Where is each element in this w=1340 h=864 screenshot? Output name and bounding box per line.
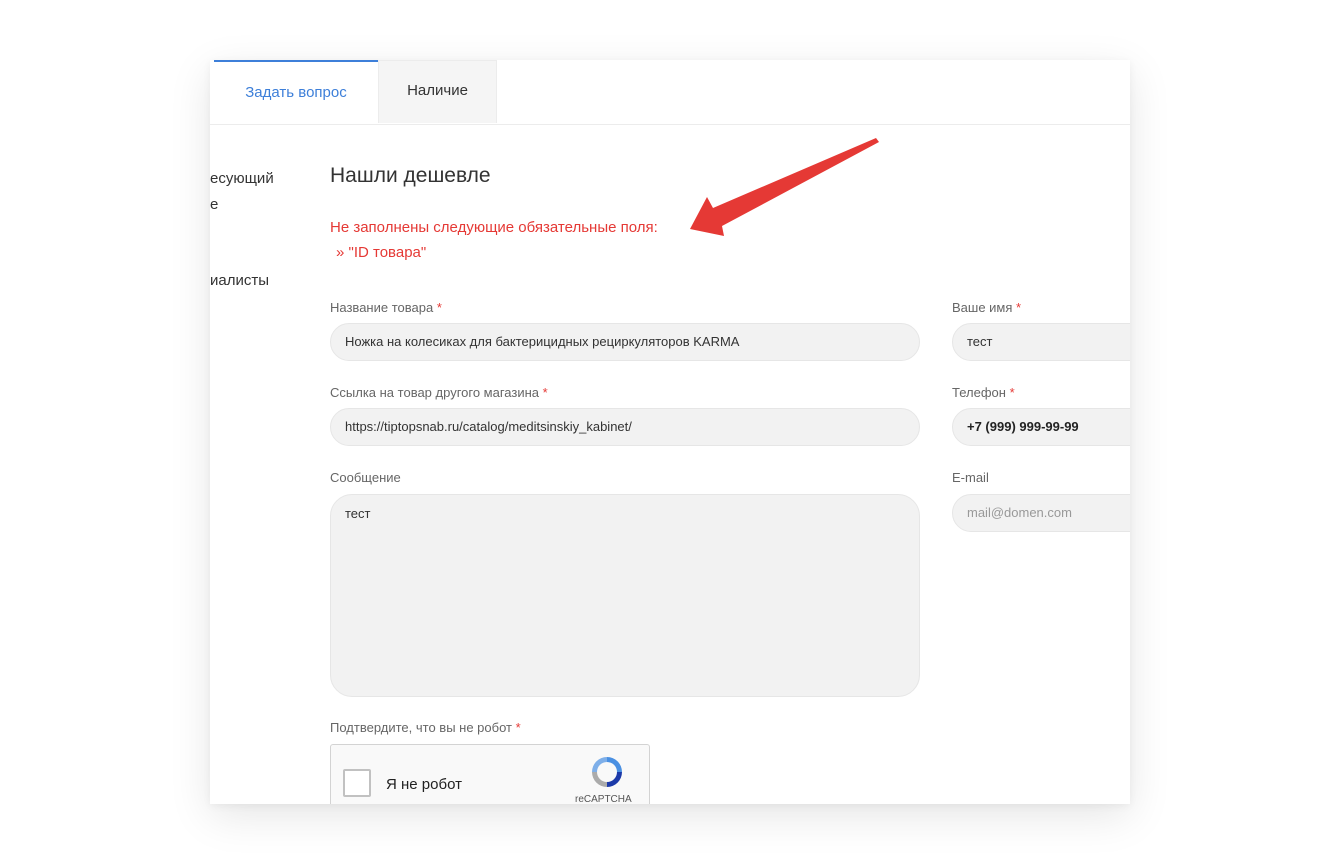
email-label: E-mail <box>952 470 989 485</box>
error-field-item: » "ID товара" <box>336 244 427 261</box>
required-mark: * <box>436 300 442 315</box>
email-input[interactable]: mail@domen.com <box>952 494 1130 532</box>
label-text: Название товара <box>330 300 434 315</box>
product-form-card: Задать вопрос Наличие есующий е иалисты … <box>210 60 1130 804</box>
required-mark: * <box>542 385 548 400</box>
sidebar-item-partial[interactable]: есующий <box>210 170 274 187</box>
other-link-input[interactable]: https://tiptopsnab.ru/catalog/meditsinsk… <box>330 408 920 446</box>
recaptcha-checkbox[interactable] <box>343 769 371 797</box>
required-mark: * <box>1016 300 1022 315</box>
recaptcha-icon <box>592 757 622 787</box>
message-label: Сообщение <box>330 470 401 485</box>
tab-bar: Задать вопрос Наличие <box>210 60 1130 125</box>
required-mark: * <box>1009 385 1015 400</box>
product-name-input[interactable]: Ножка на колесиках для бактерицидных рец… <box>330 323 920 361</box>
form-title: Нашли дешевле <box>330 164 491 187</box>
label-text: Подтвердите, что вы не робот <box>330 720 512 735</box>
other-link-label: Ссылка на товар другого магазина * <box>330 385 548 400</box>
sidebar-item-partial-2: е <box>210 196 219 213</box>
your-name-label: Ваше имя * <box>952 300 1021 315</box>
recaptcha-brand: reCAPTCHA <box>575 794 632 804</box>
label-text: Ваше имя <box>952 300 1013 315</box>
sidebar-item-specialists[interactable]: иалисты <box>210 272 269 289</box>
phone-label: Телефон * <box>952 385 1015 400</box>
message-textarea[interactable]: тест <box>330 494 920 697</box>
required-mark: * <box>515 720 521 735</box>
product-name-label: Название товара * <box>330 300 442 315</box>
recaptcha-checkbox-label: Я не робот <box>386 776 462 793</box>
label-text: Ссылка на товар другого магазина <box>330 385 540 400</box>
your-name-input[interactable]: тест <box>952 323 1130 361</box>
tab-availability[interactable]: Наличие <box>378 60 497 123</box>
label-text: Телефон <box>952 385 1006 400</box>
tab-ask-question[interactable]: Задать вопрос <box>214 60 378 123</box>
recaptcha-widget: Я не робот reCAPTCHA <box>330 744 650 804</box>
error-message: Не заполнены следующие обязательные поля… <box>330 219 658 236</box>
captcha-label: Подтвердите, что вы не робот * <box>330 720 521 735</box>
phone-input[interactable]: +7 (999) 999-99-99 <box>952 408 1130 446</box>
